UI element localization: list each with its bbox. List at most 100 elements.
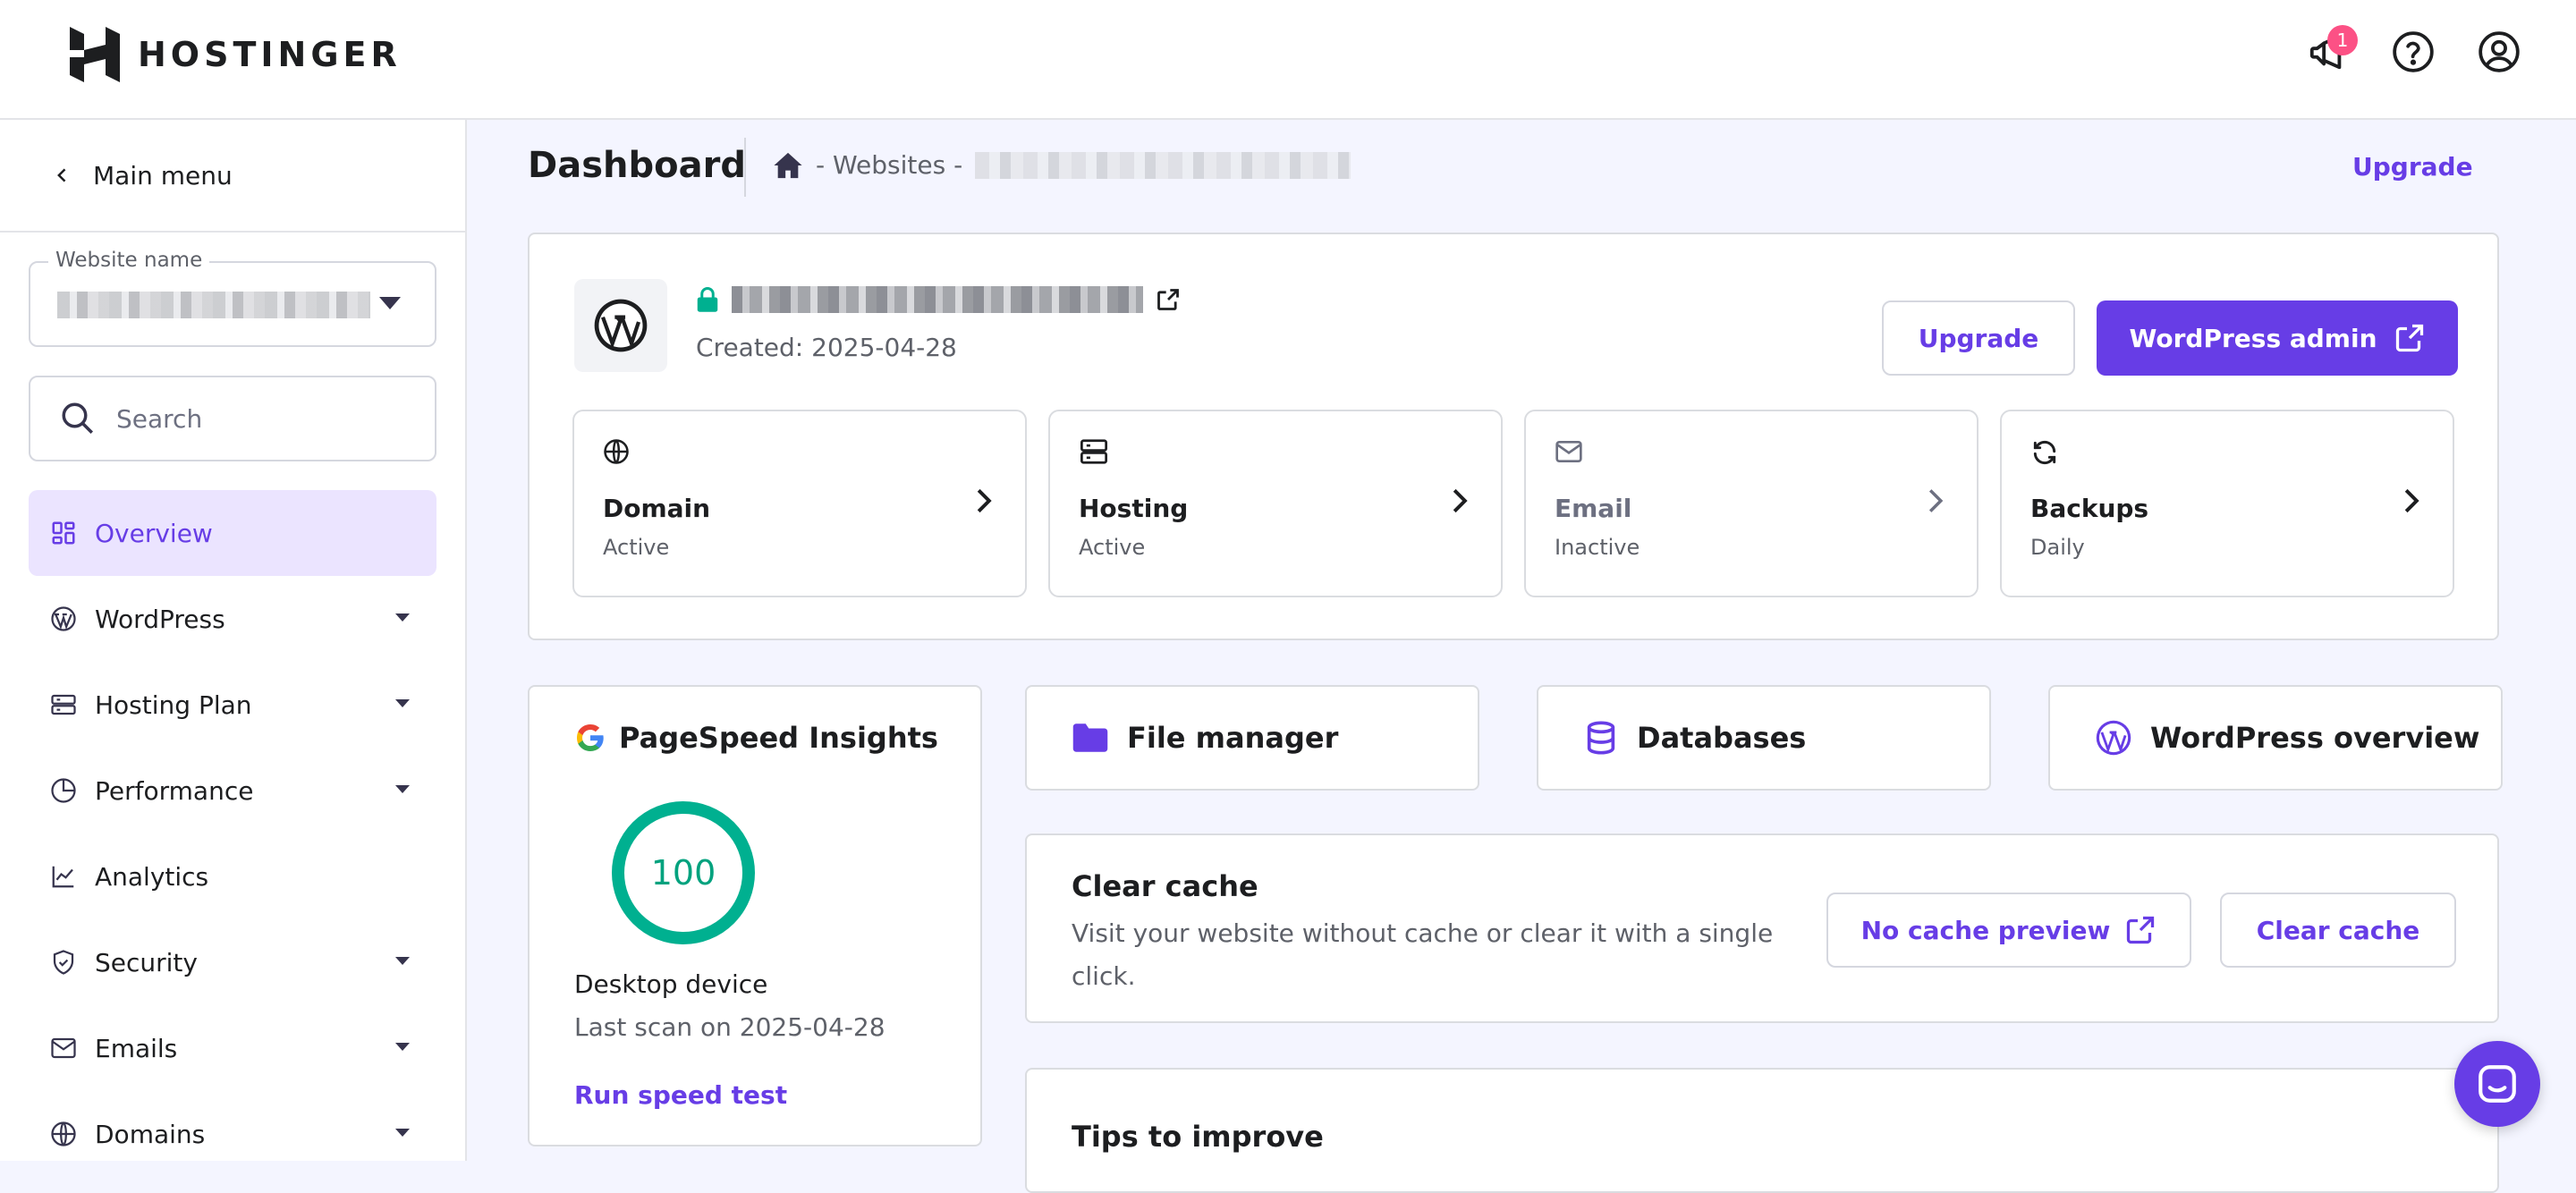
clear-cache-description: Visit your website without cache or clea… bbox=[1072, 918, 1774, 991]
tile-title: Hosting bbox=[1079, 494, 1189, 523]
sidebar-item-domains[interactable]: Domains bbox=[29, 1091, 436, 1161]
page-title: Dashboard bbox=[528, 145, 746, 186]
caret-down-icon bbox=[395, 613, 410, 622]
wordpress-icon bbox=[594, 299, 648, 352]
title-divider bbox=[744, 138, 746, 197]
notifications-button[interactable]: 1 bbox=[2304, 25, 2358, 75]
sidebar-item-hosting-plan[interactable]: Hosting Plan bbox=[29, 662, 436, 748]
database-icon bbox=[1587, 721, 1615, 755]
no-cache-preview-button[interactable]: No cache preview bbox=[1826, 893, 2191, 968]
search-placeholder: Search bbox=[116, 403, 203, 434]
sidebar-item-label: Overview bbox=[95, 518, 213, 548]
external-link-icon bbox=[2127, 916, 2155, 944]
folder-icon bbox=[1072, 723, 1108, 752]
website-name-select[interactable]: Website name bbox=[29, 249, 436, 347]
pagespeed-title: PageSpeed Insights bbox=[619, 721, 938, 755]
help-icon bbox=[2393, 31, 2434, 72]
caret-down-icon bbox=[379, 297, 401, 309]
tile-email[interactable]: Email Inactive bbox=[1524, 410, 1979, 597]
wordpress-icon bbox=[51, 606, 76, 631]
chevron-right-icon bbox=[2404, 488, 2419, 513]
tile-status: Daily bbox=[2030, 535, 2085, 560]
upgrade-link[interactable]: Upgrade bbox=[2352, 152, 2473, 182]
tile-status: Active bbox=[603, 535, 670, 560]
hostinger-logo[interactable]: HOSTINGER bbox=[70, 27, 402, 82]
site-domain-redacted[interactable] bbox=[732, 286, 1143, 313]
tips-card: Tips to improve bbox=[1025, 1068, 2499, 1193]
sidebar-item-label: Analytics bbox=[95, 861, 209, 892]
user-icon bbox=[2479, 31, 2520, 72]
wordpress-admin-button[interactable]: WordPress admin bbox=[2097, 300, 2458, 376]
wordpress-overview-card[interactable]: WordPress overview bbox=[2048, 685, 2503, 791]
globe-icon bbox=[604, 439, 629, 464]
pagespeed-score: 100 bbox=[650, 853, 716, 893]
sidebar-item-performance[interactable]: Performance bbox=[29, 748, 436, 833]
quick-link-label: File manager bbox=[1127, 721, 1339, 755]
caret-down-icon bbox=[395, 1043, 410, 1051]
hostinger-logo-icon bbox=[70, 27, 120, 82]
sidebar-item-label: WordPress bbox=[95, 604, 225, 634]
tile-title: Email bbox=[1555, 494, 1632, 523]
breadcrumb-site-redacted bbox=[975, 151, 1352, 179]
tile-status: Inactive bbox=[1555, 535, 1640, 560]
caret-down-icon bbox=[395, 699, 410, 707]
website-card: Created: 2025-04-28 Upgrade WordPress ad… bbox=[528, 233, 2499, 640]
run-speed-test-link[interactable]: Run speed test bbox=[574, 1080, 787, 1110]
main-menu-label: Main menu bbox=[93, 160, 233, 190]
chevron-right-icon bbox=[1928, 489, 1944, 512]
home-icon[interactable] bbox=[773, 151, 803, 180]
brand-name: HOSTINGER bbox=[138, 35, 402, 74]
wordpress-icon bbox=[2096, 720, 2131, 756]
tile-backups[interactable]: Backups Daily bbox=[2000, 410, 2454, 597]
sidebar-item-emails[interactable]: Emails bbox=[29, 1005, 436, 1091]
tile-hosting[interactable]: Hosting Active bbox=[1048, 410, 1503, 597]
top-bar: HOSTINGER 1 bbox=[0, 0, 2576, 120]
clear-cache-button[interactable]: Clear cache bbox=[2220, 893, 2456, 968]
sidebar-item-label: Domains bbox=[95, 1119, 206, 1149]
sidebar-item-label: Security bbox=[95, 947, 198, 977]
tips-title: Tips to improve bbox=[1072, 1120, 1324, 1154]
databases-card[interactable]: Databases bbox=[1537, 685, 1991, 791]
server-icon bbox=[1080, 439, 1107, 464]
caret-down-icon bbox=[395, 957, 410, 965]
chevron-left-icon bbox=[57, 168, 66, 182]
account-button[interactable] bbox=[2476, 29, 2522, 75]
sync-icon bbox=[2033, 440, 2056, 465]
tile-title: Domain bbox=[603, 494, 711, 523]
sidebar-item-wordpress[interactable]: WordPress bbox=[29, 576, 436, 662]
external-link-icon[interactable] bbox=[1156, 287, 1181, 312]
clear-cache-card: Clear cache Visit your website without c… bbox=[1025, 833, 2499, 1023]
file-manager-card[interactable]: File manager bbox=[1025, 685, 1479, 791]
chat-button[interactable] bbox=[2454, 1041, 2540, 1127]
quick-link-label: WordPress overview bbox=[2150, 721, 2480, 755]
tile-status: Active bbox=[1079, 535, 1146, 560]
site-upgrade-button[interactable]: Upgrade bbox=[1882, 300, 2075, 376]
clear-cache-title: Clear cache bbox=[1072, 869, 1258, 903]
tile-title: Backups bbox=[2030, 494, 2149, 523]
chevron-right-icon bbox=[1453, 488, 1468, 513]
pagespeed-card: PageSpeed Insights 100 Desktop device La… bbox=[528, 685, 982, 1146]
site-created-date: Created: 2025-04-28 bbox=[696, 333, 957, 362]
help-button[interactable] bbox=[2390, 29, 2436, 75]
google-icon bbox=[577, 724, 604, 751]
chevron-right-icon bbox=[977, 488, 992, 513]
sidebar-item-analytics[interactable]: Analytics bbox=[29, 833, 436, 919]
wordpress-logo bbox=[574, 279, 667, 372]
button-label: Clear cache bbox=[2256, 915, 2420, 945]
sidebar-item-security[interactable]: Security bbox=[29, 919, 436, 1005]
mail-icon bbox=[51, 1037, 76, 1059]
breadcrumb-websites[interactable]: - Websites - bbox=[816, 150, 962, 180]
main-menu-link[interactable]: Main menu bbox=[0, 120, 465, 233]
server-icon bbox=[51, 694, 76, 715]
trend-chart-icon bbox=[52, 866, 74, 888]
search-input[interactable]: Search bbox=[29, 376, 436, 461]
breadcrumb: - Websites - bbox=[773, 150, 1352, 180]
mail-icon bbox=[1555, 441, 1582, 462]
sidebar: Main menu Website name Search Overview W… bbox=[0, 120, 467, 1161]
sidebar-item-label: Performance bbox=[95, 775, 254, 806]
caret-down-icon bbox=[395, 1129, 410, 1137]
lock-icon bbox=[697, 287, 718, 312]
sidebar-item-overview[interactable]: Overview bbox=[29, 490, 436, 576]
tile-domain[interactable]: Domain Active bbox=[572, 410, 1027, 597]
search-icon bbox=[62, 402, 93, 434]
